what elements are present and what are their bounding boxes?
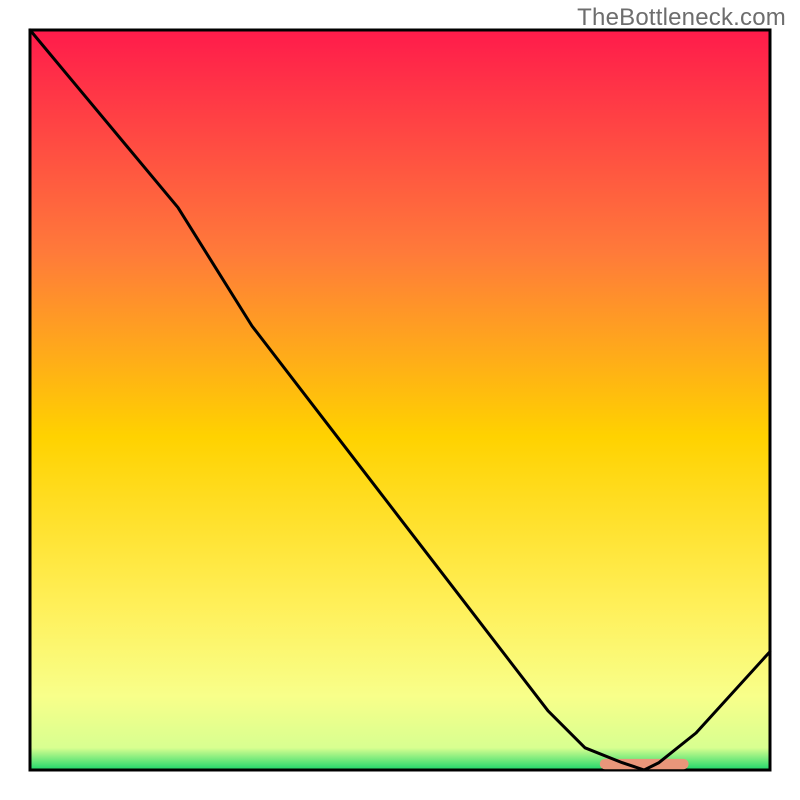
chart-container: TheBottleneck.com [0, 0, 800, 800]
bottleneck-chart [0, 0, 800, 800]
gradient-background [30, 30, 770, 770]
